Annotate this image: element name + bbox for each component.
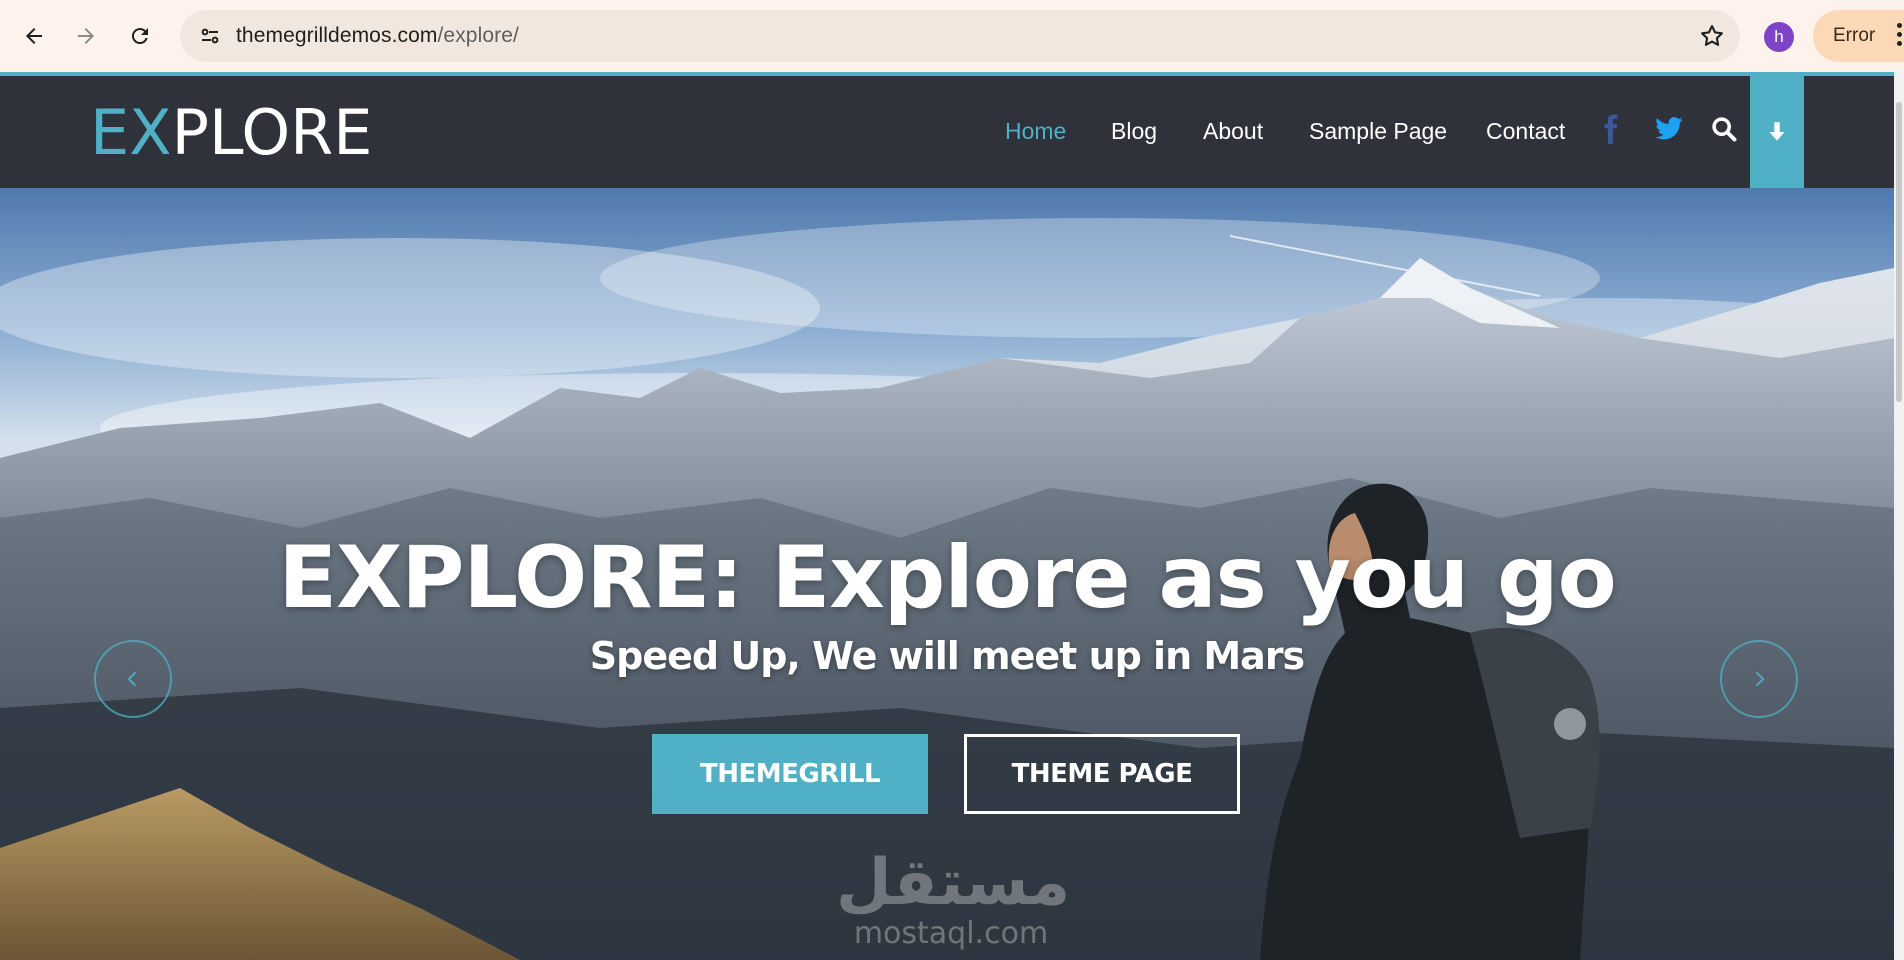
hero-title: EXPLORE: Explore as you go (278, 528, 1616, 628)
forward-icon (78, 28, 94, 44)
error-label: Error (1833, 25, 1876, 46)
themegrill-button[interactable]: THEMEGRILL (652, 734, 928, 814)
browser-toolbar: themegrilldemos.com/explore/ h Error (0, 0, 1904, 72)
watermark-arabic: مستقل (836, 846, 1071, 920)
logo-rest: PLORE (171, 96, 373, 169)
nav-about[interactable]: About (1203, 118, 1263, 145)
profile-avatar[interactable]: h (1764, 22, 1794, 52)
nav-blog[interactable]: Blog (1111, 118, 1157, 145)
reload-button[interactable] (118, 14, 162, 58)
reload-icon (131, 28, 148, 45)
site-header: EXPLORE Home Blog About Sample Page Cont… (0, 72, 1894, 192)
site-info-button[interactable] (190, 16, 230, 56)
nav-contact[interactable]: Contact (1486, 118, 1565, 145)
watermark-logo: مستقل mostaql.com (836, 846, 1071, 956)
bookmark-star-icon[interactable] (1698, 22, 1726, 50)
address-bar[interactable]: themegrilldemos.com/explore/ (180, 10, 1740, 62)
site-logo[interactable]: EXPLORE (90, 102, 372, 164)
nav-home[interactable]: Home (1005, 118, 1066, 145)
hero-slider: EXPLORE: Explore as you go Speed Up, We … (0, 188, 1894, 960)
kebab-menu-icon[interactable] (1895, 23, 1903, 49)
page-scrollbar[interactable] (1894, 72, 1904, 960)
search-icon[interactable] (1710, 114, 1738, 144)
back-icon (26, 28, 42, 44)
scrollbar-thumb[interactable] (1896, 102, 1902, 402)
forward-button[interactable] (64, 14, 108, 58)
back-button[interactable] (12, 14, 56, 58)
logo-accent: EX (90, 96, 172, 169)
arrow-down-icon (1769, 122, 1785, 141)
url-text[interactable]: themegrilldemos.com/explore/ (236, 24, 519, 48)
nav-sample-page[interactable]: Sample Page (1309, 118, 1447, 145)
url-host: themegrilldemos.com (236, 24, 438, 47)
twitter-icon[interactable] (1652, 114, 1686, 144)
hero-subtitle: Speed Up, We will meet up in Mars (589, 634, 1305, 678)
url-path: /explore/ (437, 24, 519, 47)
error-status-pill[interactable]: Error (1813, 10, 1904, 62)
site-info-icon (201, 28, 219, 44)
scroll-down-button[interactable] (1750, 72, 1804, 192)
facebook-icon[interactable] (1596, 114, 1626, 144)
watermark-latin: mostaql.com (853, 916, 1049, 951)
theme-page-button[interactable]: THEME PAGE (964, 734, 1240, 814)
